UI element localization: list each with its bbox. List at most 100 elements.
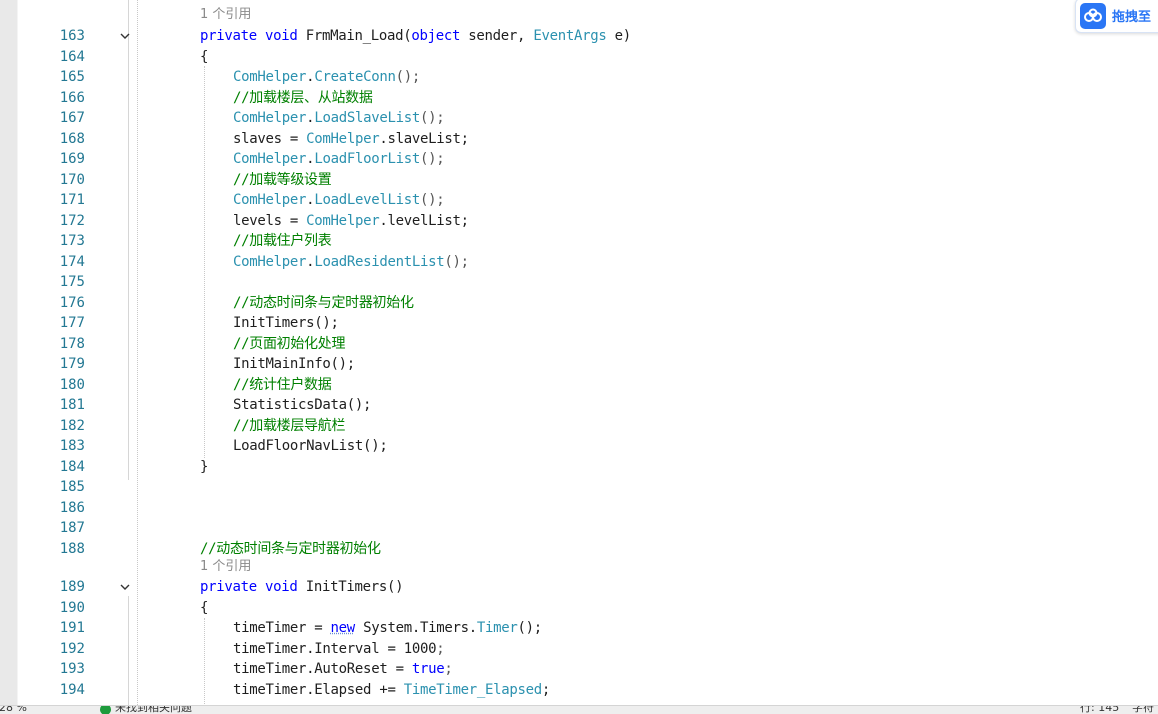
code-line[interactable]: 192 timeTimer.Interval = 1000;: [0, 639, 1158, 659]
code-token: ComHelper: [233, 151, 307, 167]
line-number: 185: [59, 479, 85, 495]
code-token: object: [411, 28, 461, 44]
code-line[interactable]: 182 //加载楼层导航栏: [0, 416, 1158, 436]
code-line[interactable]: 178 //页面初始化处理: [0, 334, 1158, 354]
code-token: .slaveList;: [379, 130, 469, 147]
fold-chevron-icon[interactable]: [118, 26, 132, 46]
code-line[interactable]: 191 timeTimer = new System.Timers.Timer()…: [0, 618, 1158, 638]
code-line[interactable]: 190 {: [0, 598, 1158, 618]
code-token: ();: [420, 192, 445, 208]
code-text: timeTimer = new System.Timers.Timer();: [233, 618, 542, 638]
zoom-level[interactable]: 128 %: [0, 706, 27, 714]
code-text: InitTimers();: [233, 313, 339, 333]
code-line[interactable]: 193 timeTimer.AutoReset = true;: [0, 659, 1158, 679]
line-number: 176: [59, 294, 85, 311]
encoding-indicator[interactable]: 字符: [1132, 706, 1154, 714]
code-token: TimeTimer_Elapsed: [403, 681, 543, 698]
code-line[interactable]: 163 private void FrmMain_Load(object send…: [0, 26, 1158, 46]
code-text: slaves = ComHelper.slaveList;: [233, 129, 469, 149]
code-token: new: [330, 620, 356, 636]
drag-to-cloud-button[interactable]: 拖拽至: [1075, 0, 1158, 33]
code-token: ComHelper: [306, 130, 380, 147]
code-token: }: [200, 458, 209, 475]
code-text: levels = ComHelper.levelList;: [233, 211, 469, 231]
code-token: //统计住户数据: [233, 376, 332, 393]
code-text: //统计住户数据: [233, 375, 332, 395]
fold-chevron-icon[interactable]: [118, 577, 132, 597]
line-number: 166: [59, 89, 85, 106]
line-number: 174: [59, 253, 85, 270]
code-line[interactable]: 164 {: [0, 47, 1158, 67]
code-line[interactable]: 170 //加载等级设置: [0, 170, 1158, 190]
code-editor[interactable]: 1 个引用 163 private void FrmMain_Load(objec…: [0, 0, 1158, 705]
code-line[interactable]: 174 ComHelper.LoadResidentList();: [0, 252, 1158, 272]
code-text: //加载楼层、从站数据: [233, 88, 373, 108]
line-number: 190: [59, 599, 85, 616]
code-text: ComHelper.LoadLevelList();: [233, 190, 445, 210]
code-text: //加载楼层导航栏: [233, 416, 345, 436]
code-token: InitTimers(): [297, 579, 404, 595]
code-token: LoadFloorNavList();: [233, 438, 388, 454]
code-line[interactable]: 168 slaves = ComHelper.slaveList;: [0, 129, 1158, 149]
line-number: 187: [59, 520, 85, 536]
code-token: System.Timers.: [354, 620, 477, 636]
code-token: e): [606, 28, 632, 44]
code-line[interactable]: 166 //加载楼层、从站数据: [0, 88, 1158, 108]
code-line[interactable]: 189 private void InitTimers(): [0, 577, 1158, 597]
code-line[interactable]: 169 ComHelper.LoadFloorList();: [0, 149, 1158, 169]
cursor-position[interactable]: 行: 145: [1080, 706, 1119, 714]
code-line[interactable]: 184}: [0, 457, 1158, 477]
code-line[interactable]: 165 ComHelper.CreateConn();: [0, 67, 1158, 87]
code-line[interactable]: 181 StatisticsData();: [0, 395, 1158, 415]
line-number: 193: [59, 661, 85, 677]
code-token: private: [200, 28, 257, 44]
codelens-reference-count[interactable]: 1 个引用: [200, 6, 251, 24]
code-line[interactable]: 173 //加载住户列表: [0, 231, 1158, 251]
code-text: //加载住户列表: [233, 231, 332, 251]
code-token: levels =: [233, 212, 307, 229]
code-token: EventArgs: [533, 28, 607, 44]
code-token: LoadLevelList: [314, 192, 420, 208]
code-token: InitTimers();: [233, 315, 339, 331]
line-number: 182: [59, 417, 85, 434]
code-line[interactable]: 188 //动态时间条与定时器初始化: [0, 539, 1158, 559]
code-token: LoadSlaveList: [314, 110, 420, 126]
code-line[interactable]: 177 InitTimers();: [0, 313, 1158, 333]
issues-status[interactable]: 未找到相关问题: [115, 706, 192, 714]
code-line[interactable]: 172 levels = ComHelper.levelList;: [0, 211, 1158, 231]
codelens-reference-count[interactable]: 1 个引用: [200, 558, 251, 576]
code-line[interactable]: 179 InitMainInfo();: [0, 354, 1158, 374]
code-line[interactable]: 171 ComHelper.LoadLevelList();: [0, 190, 1158, 210]
line-number: 164: [59, 48, 85, 65]
code-token: CreateConn: [314, 69, 396, 85]
code-text: timeTimer.AutoReset = true;: [233, 659, 453, 679]
code-token: ();: [420, 151, 445, 167]
code-text: InitMainInfo();: [233, 354, 355, 374]
code-token: //页面初始化处理: [233, 335, 346, 352]
code-token: ComHelper: [233, 253, 307, 270]
code-token: LoadFloorList: [314, 151, 420, 167]
code-line[interactable]: 176 //动态时间条与定时器初始化: [0, 293, 1158, 313]
code-token: InitMainInfo();: [233, 356, 355, 372]
line-number: 165: [59, 69, 85, 85]
code-token: ComHelper: [306, 212, 380, 229]
line-number: 168: [59, 130, 85, 147]
code-token: //加载住户列表: [233, 233, 332, 249]
line-number: 178: [59, 335, 85, 352]
code-text: //动态时间条与定时器初始化: [233, 293, 414, 313]
line-number: 171: [59, 192, 85, 208]
code-token: //加载等级设置: [233, 171, 332, 188]
code-line[interactable]: 186: [0, 498, 1158, 518]
code-line[interactable]: 183 LoadFloorNavList();: [0, 436, 1158, 456]
code-line[interactable]: 185: [0, 477, 1158, 497]
code-line[interactable]: 175: [0, 272, 1158, 292]
line-number: 179: [59, 356, 85, 372]
code-line[interactable]: 187: [0, 518, 1158, 538]
code-line[interactable]: 180 //统计住户数据: [0, 375, 1158, 395]
line-number: 163: [59, 28, 85, 44]
code-line[interactable]: 194 timeTimer.Elapsed += TimeTimer_Elapse…: [0, 680, 1158, 700]
code-line[interactable]: 167 ComHelper.LoadSlaveList();: [0, 108, 1158, 128]
line-number: 191: [59, 620, 85, 636]
code-text: timeTimer.Interval = 1000;: [233, 639, 445, 659]
